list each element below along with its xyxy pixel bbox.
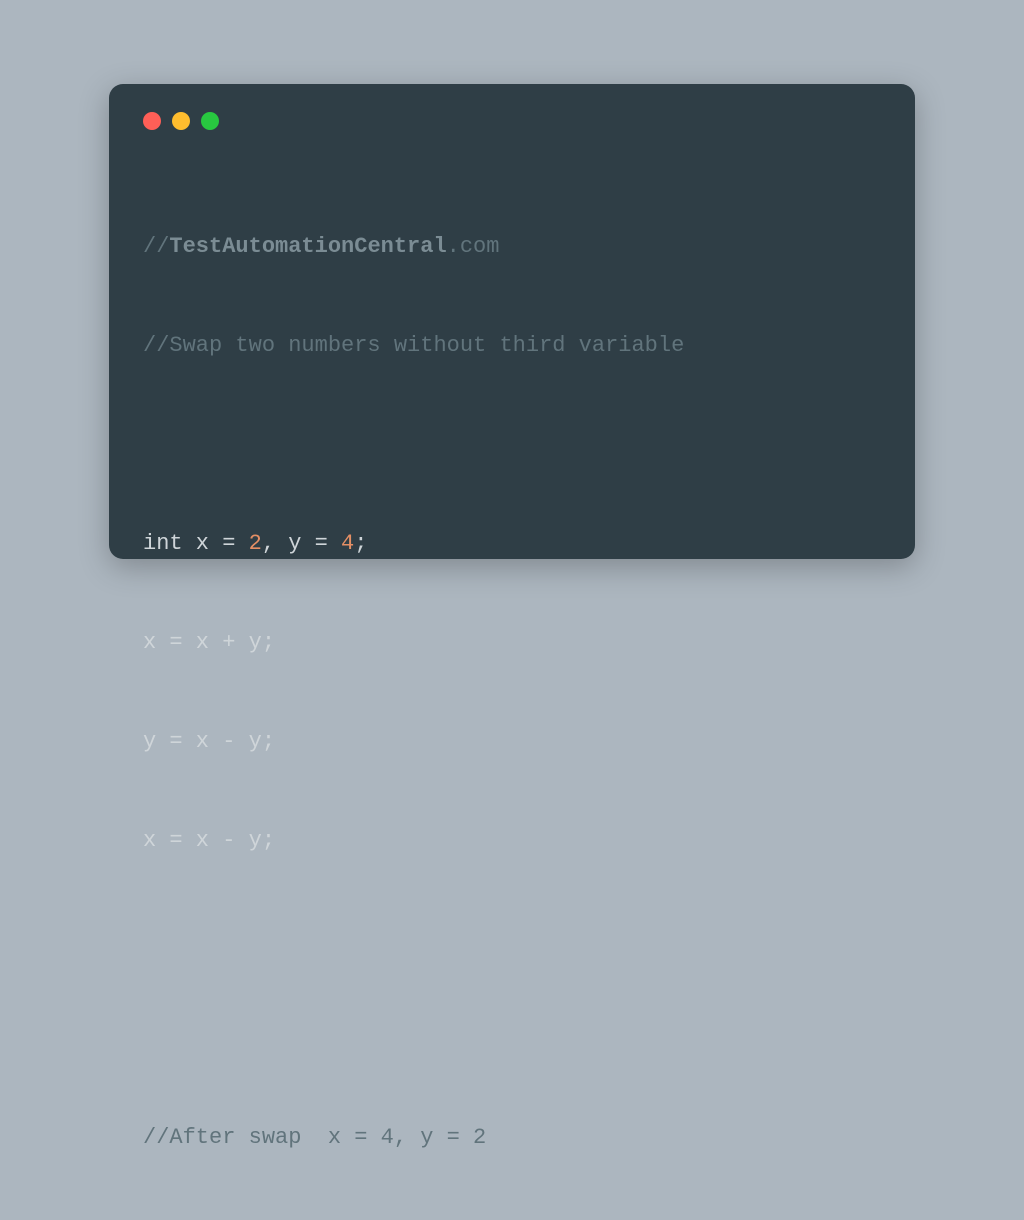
maximize-icon[interactable] [201, 112, 219, 130]
decl-text-3: ; [354, 531, 367, 556]
code-line-1: //TestAutomationCentral.com [143, 230, 881, 263]
code-line-6: x = x - y; [143, 824, 881, 857]
window-controls [143, 112, 881, 130]
code-line-3: int x = 2, y = 4; [143, 527, 881, 560]
minimize-icon[interactable] [172, 112, 190, 130]
code-line-2: //Swap two numbers without third variabl… [143, 329, 881, 362]
blank-line [143, 923, 881, 956]
number-literal-2: 4 [341, 531, 354, 556]
blank-line [143, 1022, 881, 1055]
blank-line [143, 428, 881, 461]
decl-text-2: , y = [262, 531, 341, 556]
code-line-7: //After swap x = 4, y = 2 [143, 1121, 881, 1154]
number-literal-1: 2 [249, 531, 262, 556]
code-block: //TestAutomationCentral.com //Swap two n… [143, 164, 881, 1220]
keyword-int: int [143, 531, 183, 556]
comment-brand: TestAutomationCentral [169, 234, 446, 259]
code-line-5: y = x - y; [143, 725, 881, 758]
code-window: //TestAutomationCentral.com //Swap two n… [109, 84, 915, 559]
comment-prefix: // [143, 234, 169, 259]
close-icon[interactable] [143, 112, 161, 130]
comment-suffix: .com [447, 234, 500, 259]
decl-text-1: x = [183, 531, 249, 556]
